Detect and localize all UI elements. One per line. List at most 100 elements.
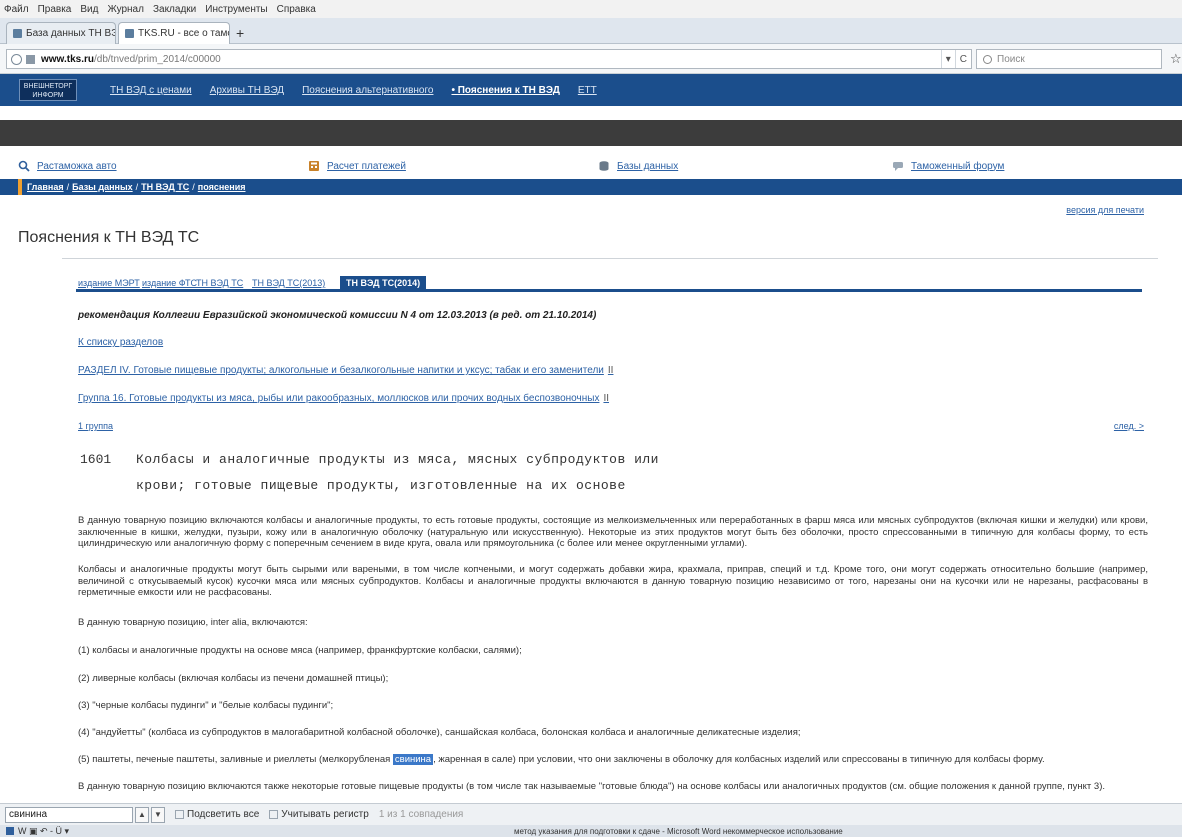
link-section-iv[interactable]: РАЗДЕЛ IV. Готовые пищевые продукты; алк… <box>78 365 613 376</box>
tab-favicon-icon <box>13 29 22 38</box>
dropdown-icon[interactable]: ▾ <box>940 50 955 68</box>
banner-band <box>0 120 1182 146</box>
site-logo[interactable]: ВНЕШНЕТОРГ ИНФОРМ <box>19 79 77 101</box>
paragraph: В данную товарную позицию, inter alia, в… <box>78 617 308 628</box>
search-icon <box>18 160 30 172</box>
menu-item[interactable]: Закладки <box>153 4 196 15</box>
taskbar-window-title[interactable]: метод указания для подготовки к сдаче - … <box>514 827 843 836</box>
service-link-forum[interactable]: Таможенный форум <box>892 160 1004 172</box>
breadcrumb-home[interactable]: Главная <box>27 182 64 192</box>
breadcrumb: Главная / Базы данных / ТН ВЭД ТС / пояс… <box>0 179 1182 195</box>
breadcrumb-current[interactable]: пояснения <box>198 182 246 192</box>
tab-tks-ru[interactable]: TKS.RU - все о таможне б... × <box>118 22 230 44</box>
tab-tnved-database[interactable]: База данных ТН ВЭД ЕАЭ... × <box>6 22 116 44</box>
hs-code: 1601 <box>80 452 112 467</box>
hs-title-line-1: Колбасы и аналогичные продукты из мяса, … <box>136 452 659 467</box>
topnav-tnved-archives[interactable]: Архивы ТН ВЭД <box>210 85 284 96</box>
match-case-toggle[interactable]: Учитывать регистр <box>269 809 369 820</box>
find-previous-button[interactable]: ▲ <box>135 806 149 823</box>
menu-item[interactable]: Журнал <box>107 4 144 15</box>
tab-favicon-icon <box>125 29 134 38</box>
word-icon <box>6 827 14 835</box>
url-domain: www.tks.ru <box>41 53 94 65</box>
title-divider <box>62 258 1158 259</box>
service-link-car-clearance[interactable]: Растаможка авто <box>18 160 117 172</box>
paragraph: В данную товарную позицию включаются кол… <box>78 515 1148 549</box>
find-result-count: 1 из 1 совпадения <box>378 809 464 820</box>
taskbar: W ▣ ↶ - Ü ▾ метод указания для подготовк… <box>0 825 1182 837</box>
tab-edition-2014[interactable]: ТН ВЭД ТС(2014) <box>340 276 427 290</box>
find-next-button[interactable]: ▼ <box>151 806 165 823</box>
tab-label: TKS.RU - все о таможне б... <box>138 28 229 39</box>
search-placeholder: Поиск <box>997 53 1025 65</box>
top-navigation: ТН ВЭД с ценами Архивы ТН ВЭД Пояснения … <box>110 74 615 106</box>
site-header: ВНЕШНЕТОРГ ИНФОРМ ТН ВЭД с ценами Архивы… <box>0 74 1182 106</box>
tab-edition-mert[interactable]: издание МЭРТ <box>78 276 140 290</box>
next-link[interactable]: след. > <box>1114 421 1144 431</box>
print-version-link[interactable]: версия для печати <box>1066 205 1144 215</box>
service-link-label[interactable]: Расчет платежей <box>327 161 406 172</box>
breadcrumb-marker <box>18 179 22 195</box>
breadcrumb-databases[interactable]: Базы данных <box>72 182 133 192</box>
decree-reference: рекомендация Коллегии Евразийской эконом… <box>78 310 597 321</box>
search-icon <box>983 54 992 64</box>
highlight-all-toggle[interactable]: Подсветить все <box>175 809 259 820</box>
url-bar[interactable]: www.tks.ru /db/tnved/prim_2014/c00000 ▾ … <box>6 49 972 69</box>
prev-group-link[interactable]: 1 группа <box>78 421 113 431</box>
link-sections-list[interactable]: К списку разделов <box>78 337 163 348</box>
forum-icon <box>893 162 903 171</box>
calculator-icon <box>309 161 319 171</box>
find-bar: свинина ▲ ▼ Подсветить все Учитывать рег… <box>0 803 1182 825</box>
navigation-bar: www.tks.ru /db/tnved/prim_2014/c00000 ▾ … <box>0 44 1182 74</box>
section-marker: II <box>603 393 610 404</box>
paragraph: (1) колбасы и аналогичные продукты на ос… <box>78 645 522 656</box>
hs-title-line-2: крови; готовые пищевые продукты, изготов… <box>136 478 626 493</box>
url-path: /db/tnved/prim_2014/c00000 <box>93 53 221 65</box>
paragraph: (2) ливерные колбасы (включая колбасы из… <box>78 673 389 684</box>
menu-bar: Файл Правка Вид Журнал Закладки Инструменты Сп… <box>0 0 1182 18</box>
service-link-label[interactable]: Таможенный форум <box>911 161 1004 172</box>
edition-tabs: издание МЭРТ издание ФТС ТН ВЭД ТС ТН ВЭ… <box>76 276 1142 292</box>
menu-item[interactable]: Правка <box>38 4 72 15</box>
topnav-ett[interactable]: ЕТТ <box>578 85 597 96</box>
menu-item[interactable]: Файл <box>4 4 29 15</box>
page-title: Пояснения к ТН ВЭД ТС <box>18 229 200 246</box>
service-links: Растаможка авто Расчет платежей Базы дан… <box>0 160 1182 178</box>
checkbox-icon <box>269 809 279 819</box>
search-input[interactable]: Поиск <box>976 49 1162 69</box>
url-controls: ▾ C <box>940 50 971 68</box>
find-input[interactable]: свинина <box>5 806 133 823</box>
tab-edition-tnved[interactable]: ТН ВЭД ТС <box>196 276 243 290</box>
database-icon <box>599 161 609 171</box>
site-info-icon[interactable] <box>26 54 35 64</box>
bookmark-star-icon[interactable]: ☆ <box>1170 51 1182 67</box>
globe-icon <box>11 53 22 65</box>
paragraph: Колбасы и аналогичные продукты могут быт… <box>78 564 1148 598</box>
paragraph-with-match: (5) паштеты, печеные паштеты, заливные и… <box>78 754 1045 765</box>
service-link-databases[interactable]: Базы данных <box>598 160 678 172</box>
service-link-label[interactable]: Растаможка авто <box>37 161 117 172</box>
tab-edition-fts[interactable]: издание ФТС <box>142 276 197 290</box>
paragraph: (3) "черные колбасы пудинги" и "белые ко… <box>78 700 334 711</box>
taskbar-quick-icons[interactable]: W ▣ ↶ - Ü ▾ <box>6 826 69 837</box>
tab-strip: База данных ТН ВЭД ЕАЭ... × TKS.RU - все… <box>0 18 1182 44</box>
tab-edition-2013[interactable]: ТН ВЭД ТС(2013) <box>252 276 325 290</box>
new-tab-button[interactable]: + <box>236 24 244 42</box>
tab-label: База данных ТН ВЭД ЕАЭ... <box>26 28 115 39</box>
find-match-highlight: свинина <box>392 754 434 765</box>
reload-icon[interactable]: C <box>954 50 971 68</box>
section-marker: II <box>607 365 614 376</box>
menu-item[interactable]: Инструменты <box>205 4 267 15</box>
service-link-label[interactable]: Базы данных <box>617 161 678 172</box>
breadcrumb-tnved[interactable]: ТН ВЭД ТС <box>141 182 189 192</box>
topnav-alt-explanations[interactable]: Пояснения альтернативного <box>302 85 433 96</box>
menu-item[interactable]: Вид <box>80 4 98 15</box>
topnav-explanations[interactable]: • Пояснения к ТН ВЭД <box>451 85 559 96</box>
topnav-tnved-prices[interactable]: ТН ВЭД с ценами <box>110 85 192 96</box>
service-link-payments[interactable]: Расчет платежей <box>308 160 406 172</box>
paragraph: (4) "андуйетты" (колбаса из субпродуктов… <box>78 727 801 738</box>
paragraph: В данную товарную позицию включаются так… <box>78 781 1105 792</box>
checkbox-icon <box>175 809 184 819</box>
link-group-16[interactable]: Группа 16. Готовые продукты из мяса, рыб… <box>78 393 609 404</box>
menu-item[interactable]: Справка <box>277 4 316 15</box>
